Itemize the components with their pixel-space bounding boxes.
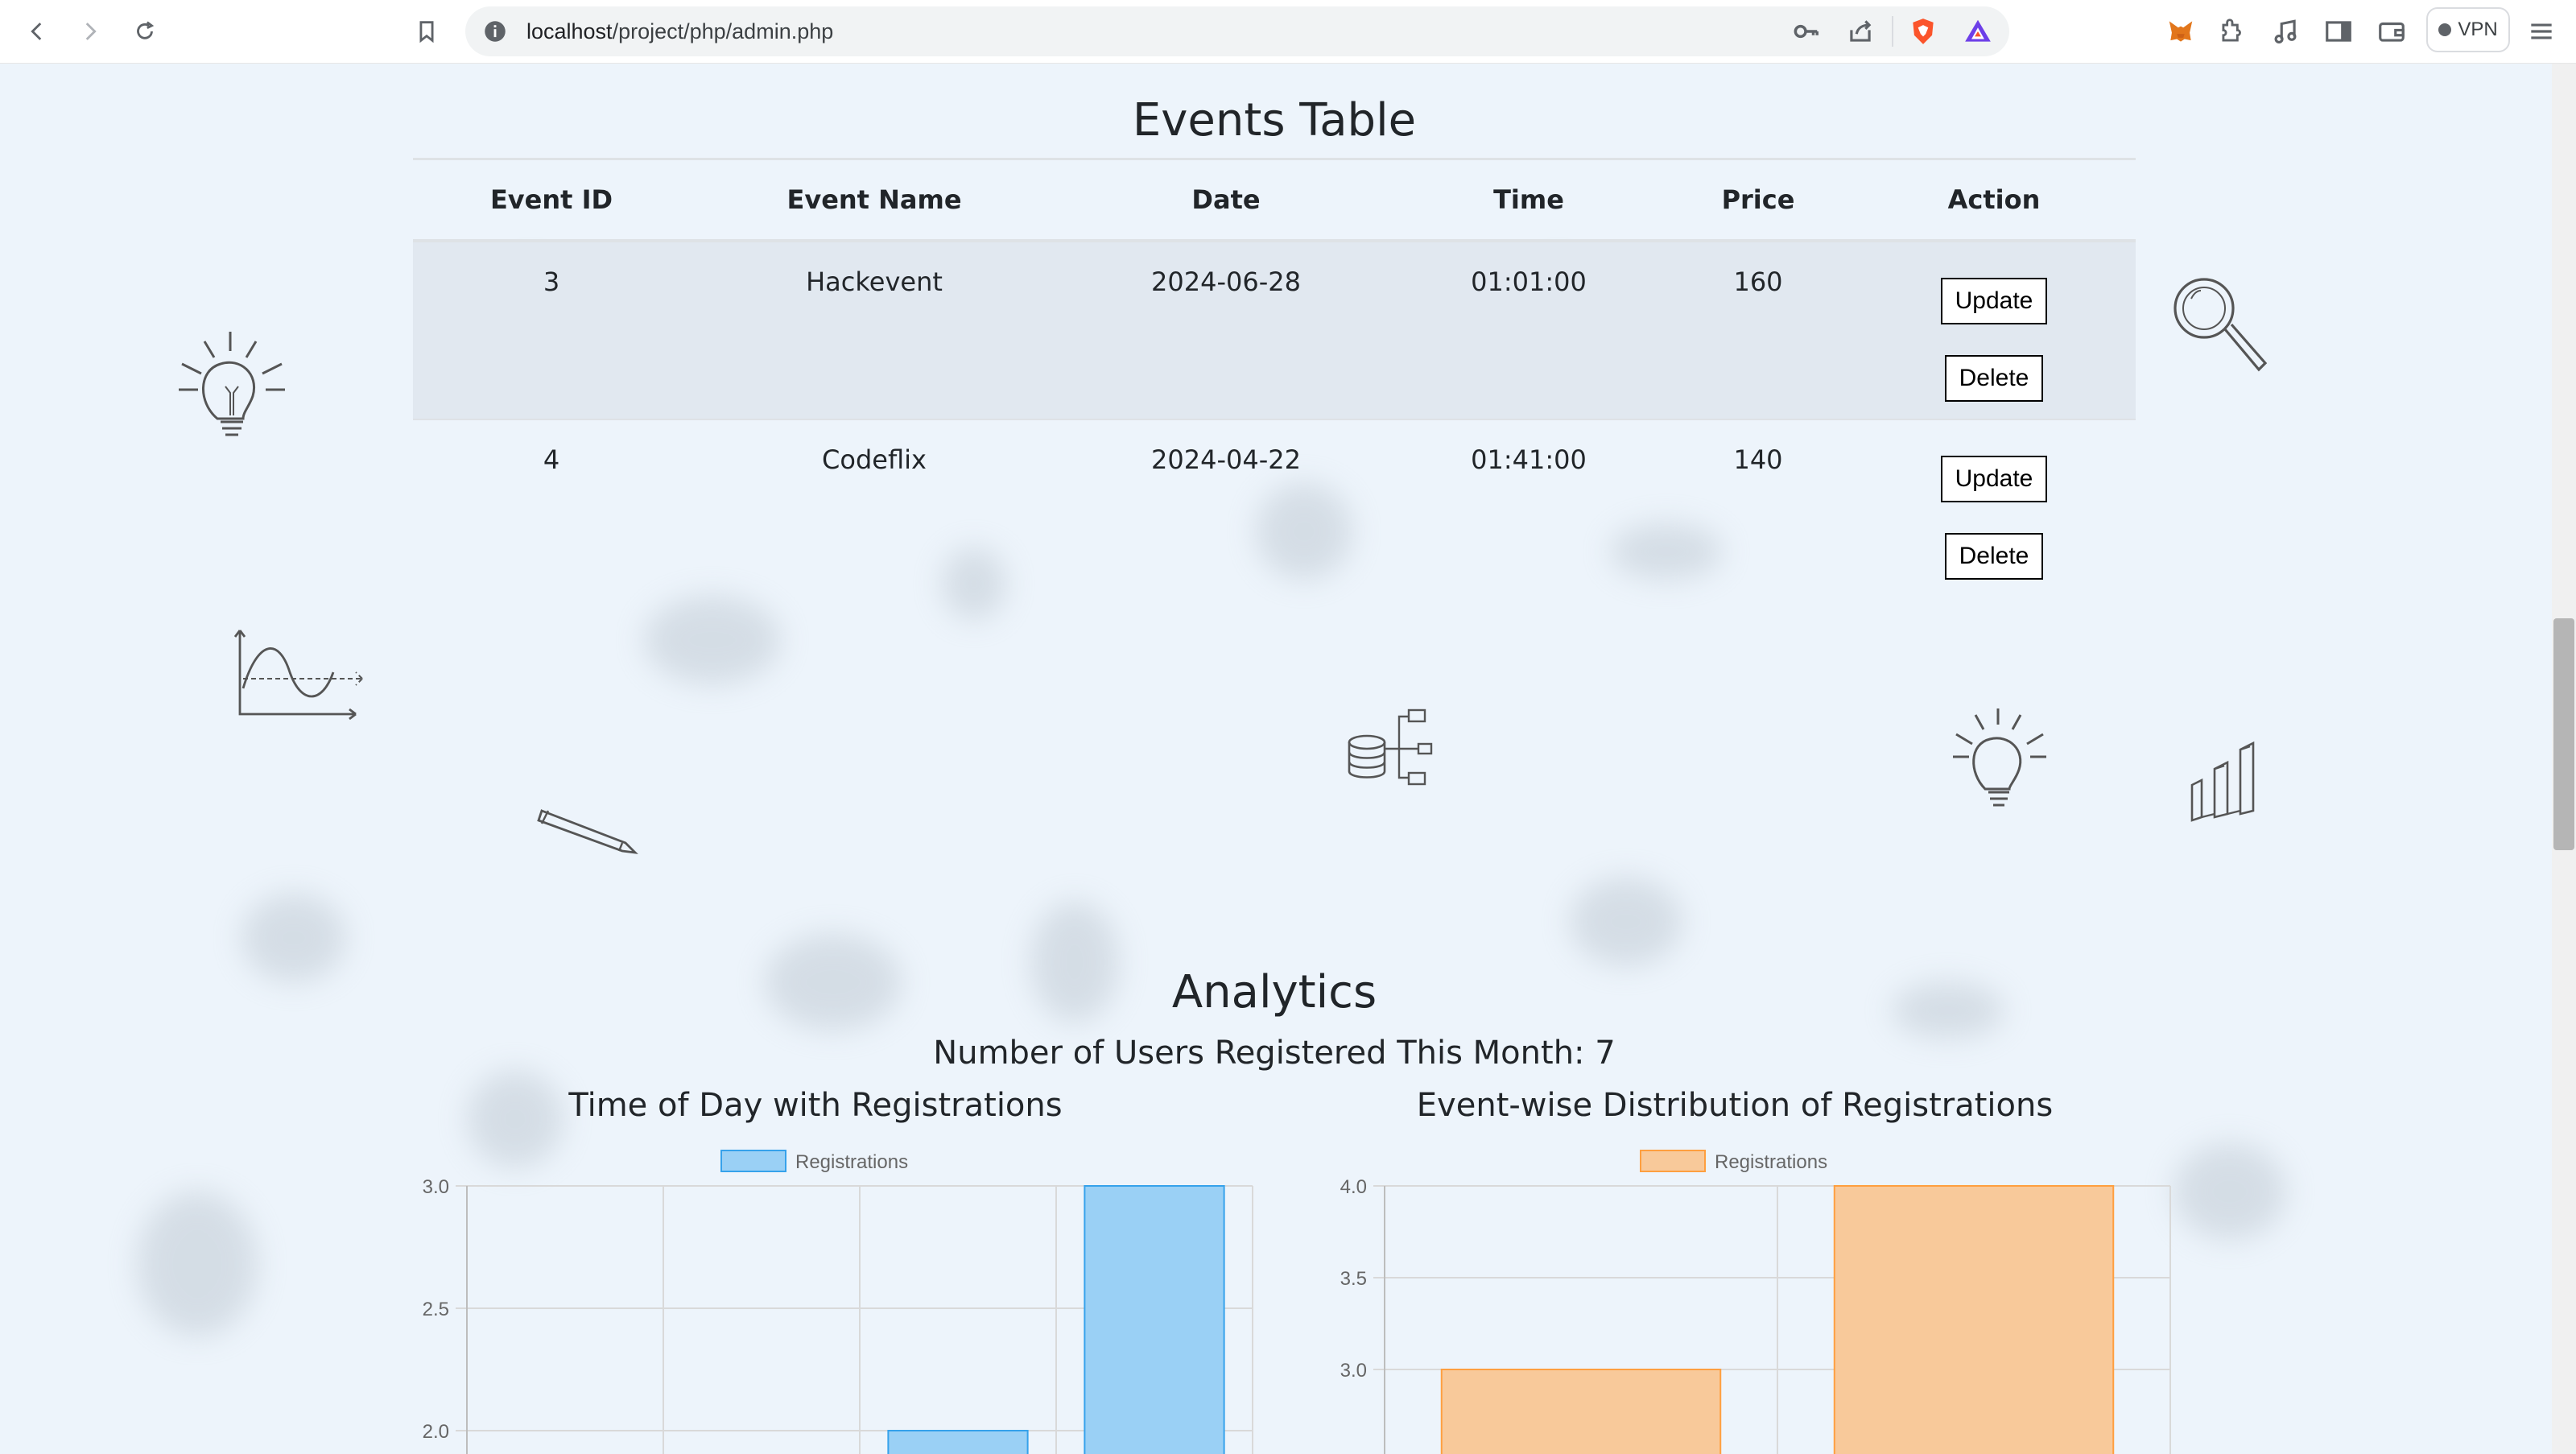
column-header-event-id: Event ID <box>413 158 690 242</box>
event-price-cell: 160 <box>1664 241 1852 419</box>
reload-icon[interactable] <box>127 14 163 49</box>
forward-icon[interactable] <box>72 14 108 49</box>
chart-legend: Registrations <box>1640 1150 1827 1173</box>
menu-icon[interactable] <box>2526 16 2557 47</box>
sidebar-icon[interactable] <box>2323 16 2354 47</box>
metamask-icon[interactable] <box>2165 16 2196 47</box>
chart-bar <box>1440 1369 1722 1454</box>
vpn-label: VPN <box>2458 19 2498 40</box>
lightbulb-doodle-icon <box>179 332 285 436</box>
time-of-day-chart: Registrations 3.0 2.5 2.0 <box>423 1150 1253 1454</box>
legend-label: Registrations <box>795 1151 908 1173</box>
events-table: Event ID Event Name Date Time Price Acti… <box>413 158 2136 598</box>
event-action-cell: Update Delete <box>1852 419 2136 598</box>
url-host: localhost <box>526 19 613 43</box>
graph-doodle-icon <box>233 630 363 721</box>
magnifier-doodle-icon <box>2174 278 2268 372</box>
delete-button[interactable]: Delete <box>1944 533 2044 580</box>
wallet-icon[interactable] <box>2376 16 2407 47</box>
background-blur <box>644 596 781 684</box>
table-header-row: Event ID Event Name Date Time Price Acti… <box>413 158 2136 242</box>
event-distribution-chart-title: Event-wise Distribution of Registrations <box>1416 1087 2054 1124</box>
column-header-price: Price <box>1664 158 1852 242</box>
back-icon[interactable] <box>19 14 55 49</box>
info-icon[interactable] <box>481 18 509 45</box>
vpn-button[interactable]: VPN <box>2426 7 2510 52</box>
media-icon[interactable] <box>2270 16 2301 47</box>
key-icon[interactable] <box>1790 16 1821 47</box>
event-name-cell: Hackevent <box>690 241 1059 419</box>
brave-rewards-icon[interactable] <box>1963 16 1993 47</box>
url-divider <box>1892 16 1893 47</box>
event-date-cell: 2024-04-22 <box>1151 444 1301 475</box>
background-blur <box>2174 1143 2286 1240</box>
event-id-cell: 3 <box>413 241 690 419</box>
update-button[interactable]: Update <box>1940 278 2048 324</box>
vpn-status-icon <box>2438 23 2452 36</box>
bookmark-icon[interactable] <box>409 14 444 49</box>
y-tick-label: 2.0 <box>423 1421 449 1443</box>
users-registered-count: Number of Users Registered This Month: 7 <box>933 1035 1616 1072</box>
background-blur <box>137 1192 258 1336</box>
database-doodle-icon <box>1348 708 1433 786</box>
y-tick-label: 3.5 <box>1340 1268 1367 1290</box>
address-bar[interactable]: localhost/project/php/admin.php <box>465 6 2009 56</box>
y-tick-label: 4.0 <box>1340 1176 1367 1198</box>
bar-chart-doodle-icon <box>2190 741 2255 822</box>
pencil-doodle-icon <box>537 809 638 854</box>
events-table-title: Events Table <box>1132 94 1417 147</box>
event-price-cell: 140 <box>1733 444 1783 475</box>
chart-legend: Registrations <box>720 1150 908 1173</box>
time-of-day-chart-title: Time of Day with Registrations <box>568 1087 1063 1124</box>
event-id-cell: 4 <box>543 444 560 475</box>
column-header-date: Date <box>1059 158 1393 242</box>
column-header-event-name: Event Name <box>690 158 1059 242</box>
url-text[interactable]: localhost/project/php/admin.php <box>526 18 833 45</box>
update-button[interactable]: Update <box>1940 456 2048 502</box>
table-row: 4 Codeflix 2024-04-22 01:41:00 140 Updat… <box>413 419 2136 598</box>
event-action-cell: Update Delete <box>1852 241 2136 419</box>
legend-label: Registrations <box>1715 1151 1827 1173</box>
delete-button[interactable]: Delete <box>1944 355 2044 402</box>
y-tick-label: 3.0 <box>1340 1360 1367 1382</box>
y-tick-label: 2.5 <box>423 1299 449 1320</box>
event-date-cell: 2024-06-28 <box>1059 241 1393 419</box>
browser-toolbar: localhost/project/php/admin.php VPN <box>0 0 2576 64</box>
legend-swatch <box>1640 1150 1706 1172</box>
background-blur <box>1570 878 1682 966</box>
chart-bar <box>887 1430 1029 1454</box>
column-header-time: Time <box>1393 158 1664 242</box>
share-icon[interactable] <box>1845 16 1876 47</box>
analytics-title: Analytics <box>1171 966 1377 1018</box>
y-tick-label: 3.0 <box>423 1176 449 1198</box>
column-header-action: Action <box>1852 158 2136 242</box>
event-name-cell: Codeflix <box>822 444 927 475</box>
legend-swatch <box>720 1150 786 1172</box>
page-scrollbar-thumb[interactable] <box>2553 618 2574 850</box>
background-blur <box>242 894 346 982</box>
event-time-cell: 01:01:00 <box>1393 241 1664 419</box>
brave-shield-icon[interactable] <box>1908 16 1938 47</box>
chart-bar <box>1084 1185 1225 1454</box>
table-row: 3 Hackevent 2024-06-28 01:01:00 160 Upda… <box>413 241 2136 419</box>
url-path: /project/php/admin.php <box>612 19 834 43</box>
event-time-cell: 01:41:00 <box>1471 444 1587 475</box>
chart-bar <box>1833 1185 2115 1454</box>
extensions-icon[interactable] <box>2217 16 2248 47</box>
lightbulb-doodle-icon <box>1953 708 2046 807</box>
event-distribution-chart: Registrations 4.0 3.5 3.0 <box>1340 1150 2171 1454</box>
